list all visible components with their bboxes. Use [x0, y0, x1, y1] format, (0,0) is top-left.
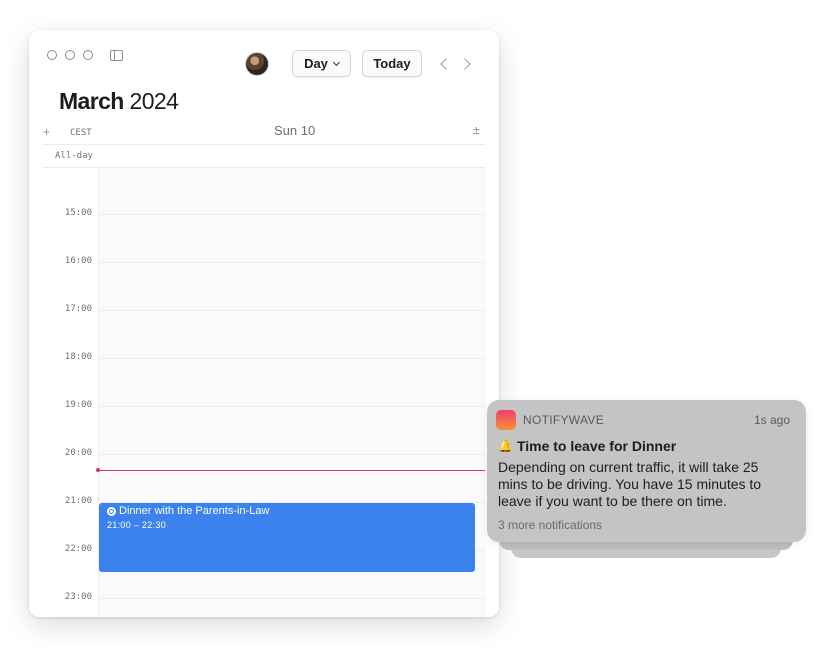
notification-time: 1s ago — [753, 413, 790, 427]
day-header: Sun 10 — [274, 123, 316, 138]
hour-grid-line — [98, 262, 485, 263]
close-window-button[interactable] — [47, 50, 57, 60]
app-icon — [496, 410, 516, 430]
view-select-label: Day — [304, 56, 328, 71]
hour-label: 16:00 — [64, 256, 92, 266]
chevron-down-icon — [332, 58, 340, 66]
timezone-label: CEST — [70, 128, 92, 138]
hour-label: 23:00 — [64, 592, 92, 602]
hour-label: 20:00 — [64, 448, 92, 458]
header-divider — [43, 144, 485, 145]
page-title: March 2024 — [59, 88, 179, 115]
minimize-window-button[interactable] — [65, 50, 75, 60]
hour-grid-line — [98, 406, 485, 407]
hour-label: 22:00 — [64, 544, 92, 554]
notification-app-name: NOTIFYWAVE — [523, 413, 604, 427]
calendar-window: Day Today March 2024 + CEST Sun 10 ± All… — [29, 30, 499, 617]
notification-title-text: Time to leave for Dinner — [516, 438, 677, 454]
current-time-line — [97, 470, 485, 471]
hour-grid-line — [98, 598, 485, 599]
bell-icon: 🔔 — [498, 439, 513, 453]
avatar[interactable] — [245, 52, 269, 76]
allday-label: All-day — [55, 151, 93, 161]
expand-collapse-button[interactable]: ± — [473, 123, 480, 137]
hour-grid-line — [98, 358, 485, 359]
hour-label: 19:00 — [64, 400, 92, 410]
hour-label: 17:00 — [64, 304, 92, 314]
hour-grid-line — [98, 310, 485, 311]
add-event-button[interactable]: + — [43, 125, 50, 139]
notification-title: 🔔 Time to leave for Dinner — [498, 438, 676, 454]
event-title: Dinner with the Parents-in-Law — [107, 505, 467, 517]
zoom-window-button[interactable] — [83, 50, 93, 60]
notification-body: Depending on current traffic, it will ta… — [498, 459, 762, 509]
hour-label: 18:00 — [64, 352, 92, 362]
month-label: March — [59, 88, 124, 114]
year-label: 2024 — [129, 88, 179, 114]
current-time-dot — [96, 468, 100, 472]
event-dinner[interactable]: Dinner with the Parents-in-Law 21:00 – 2… — [99, 503, 475, 572]
event-title-text: Dinner with the Parents-in-Law — [119, 505, 270, 517]
plate-icon — [107, 506, 116, 516]
view-select-button[interactable]: Day — [292, 50, 351, 77]
notification-banner[interactable]: NOTIFYWAVE 1s ago 🔔 Time to leave for Di… — [487, 400, 806, 542]
hour-grid-line — [98, 214, 485, 215]
more-notifications-link[interactable]: 3 more notifications — [498, 518, 602, 532]
window-controls — [47, 50, 93, 60]
chevron-left-icon[interactable] — [440, 58, 452, 70]
hour-grid-line — [98, 454, 485, 455]
hour-label: 15:00 — [64, 208, 92, 218]
chevron-right-icon[interactable] — [459, 58, 471, 70]
hour-label: 21:00 — [64, 496, 92, 506]
today-button[interactable]: Today — [362, 50, 422, 77]
event-time: 21:00 – 22:30 — [107, 520, 166, 530]
sidebar-toggle-icon[interactable] — [110, 50, 123, 61]
